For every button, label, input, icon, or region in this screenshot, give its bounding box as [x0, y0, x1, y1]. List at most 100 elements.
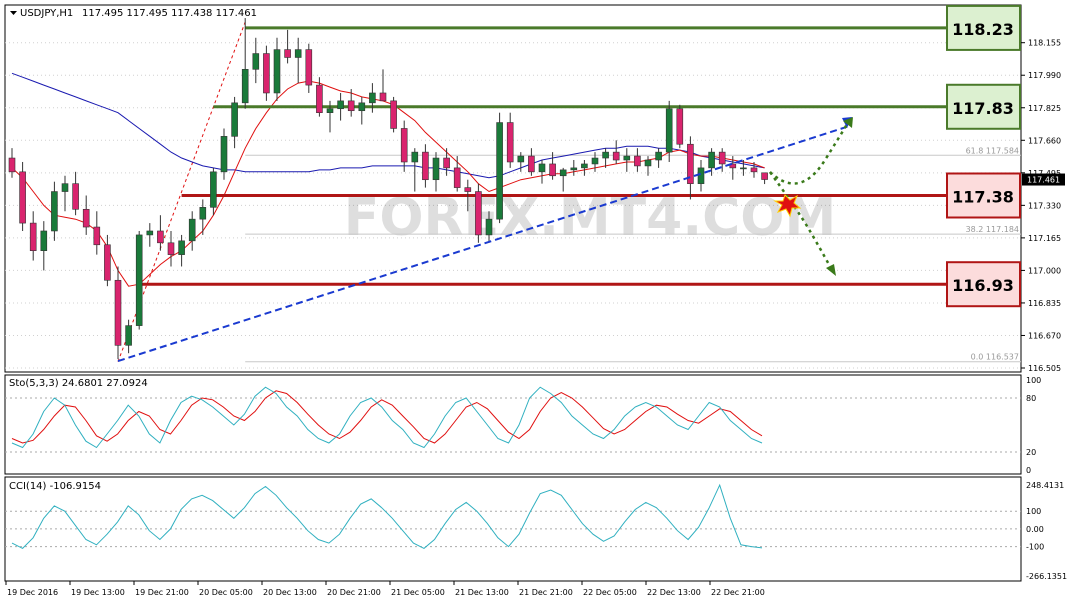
time-tick-label: 21 Dec 21:00: [519, 588, 573, 597]
candle-body: [634, 155, 641, 167]
candle-body: [422, 151, 429, 181]
time-tick-label: 19 Dec 2016: [7, 588, 58, 597]
candle-body: [167, 242, 175, 255]
candle-body: [19, 171, 26, 224]
price-tick-label: 117.990: [1028, 71, 1061, 80]
stochastic-title: Sto(5,3,3) 24.6801 27.0924: [9, 378, 148, 389]
candle-body: [559, 169, 567, 177]
candle-body: [612, 151, 620, 161]
stoch-scale-label: 20: [1026, 448, 1036, 457]
candle-body: [284, 49, 291, 58]
candle-body: [252, 53, 260, 70]
candle-body: [369, 92, 376, 104]
cci-scale-label: -266.1351: [1026, 572, 1067, 581]
price-tick-label: 117.825: [1028, 104, 1061, 113]
candle-body: [740, 167, 747, 170]
candle-body: [231, 102, 238, 137]
time-tick-label: 22 Dec 05:00: [583, 588, 637, 597]
candle-body: [390, 100, 397, 129]
candle-body: [570, 167, 578, 171]
price-tick-label: 117.660: [1028, 136, 1061, 145]
time-tick-label: 22 Dec 21:00: [711, 588, 765, 597]
candle-body: [411, 151, 419, 163]
candle-body: [199, 207, 207, 220]
candle-body: [400, 128, 408, 163]
candle-body: [82, 208, 90, 228]
candle-body: [549, 163, 556, 177]
candle-body: [485, 218, 493, 236]
level-box-label: 118.23: [952, 20, 1014, 39]
candle-body: [157, 230, 164, 244]
candle-body: [316, 84, 323, 113]
time-tick-label: 21 Dec 13:00: [455, 588, 509, 597]
candle-body: [623, 155, 631, 161]
candle-body: [241, 69, 249, 104]
fib-label: 61.8 117.584: [966, 146, 1019, 155]
candle-body: [146, 230, 154, 236]
candle-body: [581, 163, 588, 169]
candle-body: [379, 92, 387, 102]
candle-body: [443, 157, 450, 169]
level-box-label: 116.93: [952, 276, 1014, 295]
time-tick-label: 22 Dec 13:00: [647, 588, 701, 597]
candle-body: [655, 151, 662, 161]
cci-scale-label: 0.00: [1026, 525, 1044, 534]
candle-body: [188, 218, 196, 242]
candle-body: [305, 49, 313, 86]
candle-body: [114, 279, 122, 346]
candle-body: [591, 157, 599, 165]
price-tick-label: 116.670: [1028, 331, 1061, 340]
candle-body: [750, 167, 758, 173]
cci-scale-label: 100: [1026, 507, 1041, 516]
candle-body: [538, 163, 546, 173]
price-tick-label: 117.330: [1028, 201, 1061, 210]
candle-body: [708, 151, 715, 169]
time-axis: 19 Dec 2016 19 Dec 13:00 19 Dec 21:00 20 De…: [5, 581, 765, 597]
candle-body: [528, 155, 535, 173]
candle-body: [517, 155, 525, 163]
price-axis: 118.155117.990117.825117.660117.495117.3…: [1021, 39, 1065, 373]
stoch-scale-label: 80: [1026, 394, 1036, 403]
candle-body: [453, 167, 461, 188]
stoch-scale-label: 100: [1026, 376, 1041, 385]
price-tick-label: 117.165: [1028, 234, 1061, 243]
candle-body: [104, 244, 111, 281]
candle-body: [475, 191, 482, 236]
cci-scale-label: -100: [1026, 543, 1044, 552]
candle-body: [347, 100, 355, 112]
candle-body: [40, 230, 48, 251]
candle-body: [294, 49, 302, 58]
symbol-title: USDJPY,H1: [20, 8, 73, 19]
candle-body: [125, 325, 132, 346]
candle-body: [178, 240, 185, 255]
fib-label: 0.0 116.537: [971, 353, 1019, 362]
panel-frames: [4, 4, 1022, 582]
time-tick-label: 21 Dec 05:00: [391, 588, 445, 597]
candle-body: [326, 108, 334, 113]
candle-body: [602, 151, 609, 159]
candle-body: [8, 157, 16, 173]
candle-body: [718, 151, 726, 165]
time-tick-label: 20 Dec 13:00: [263, 588, 317, 597]
candle-body: [464, 187, 472, 192]
price-tick-label: 116.835: [1028, 299, 1061, 308]
candle-body: [644, 159, 652, 167]
candle-body: [665, 108, 673, 153]
chart-canvas: FOREX.MT4.COM 61.8 117.584 38.2 117.184 0.…: [4, 4, 1067, 597]
candle-body: [93, 226, 101, 246]
candle-body: [496, 122, 503, 220]
time-tick-label: 20 Dec 21:00: [327, 588, 381, 597]
watermark: FOREX.MT4.COM: [344, 188, 836, 248]
candle-body: [72, 183, 79, 210]
current-price-label: 117.461: [1027, 176, 1060, 185]
stoch-scale-label: 0: [1026, 466, 1031, 475]
candle-body: [210, 171, 217, 208]
time-tick-label: 19 Dec 21:00: [135, 588, 189, 597]
cci-title: CCI(14) -106.9154: [9, 481, 101, 492]
level-box-label: 117.83: [952, 99, 1014, 118]
level-box-label: 117.38: [952, 187, 1014, 206]
candle-body: [358, 102, 366, 112]
candle-body: [506, 122, 514, 163]
cci-scale-label: 248.4131: [1026, 481, 1064, 490]
time-tick-label: 20 Dec 05:00: [199, 588, 253, 597]
